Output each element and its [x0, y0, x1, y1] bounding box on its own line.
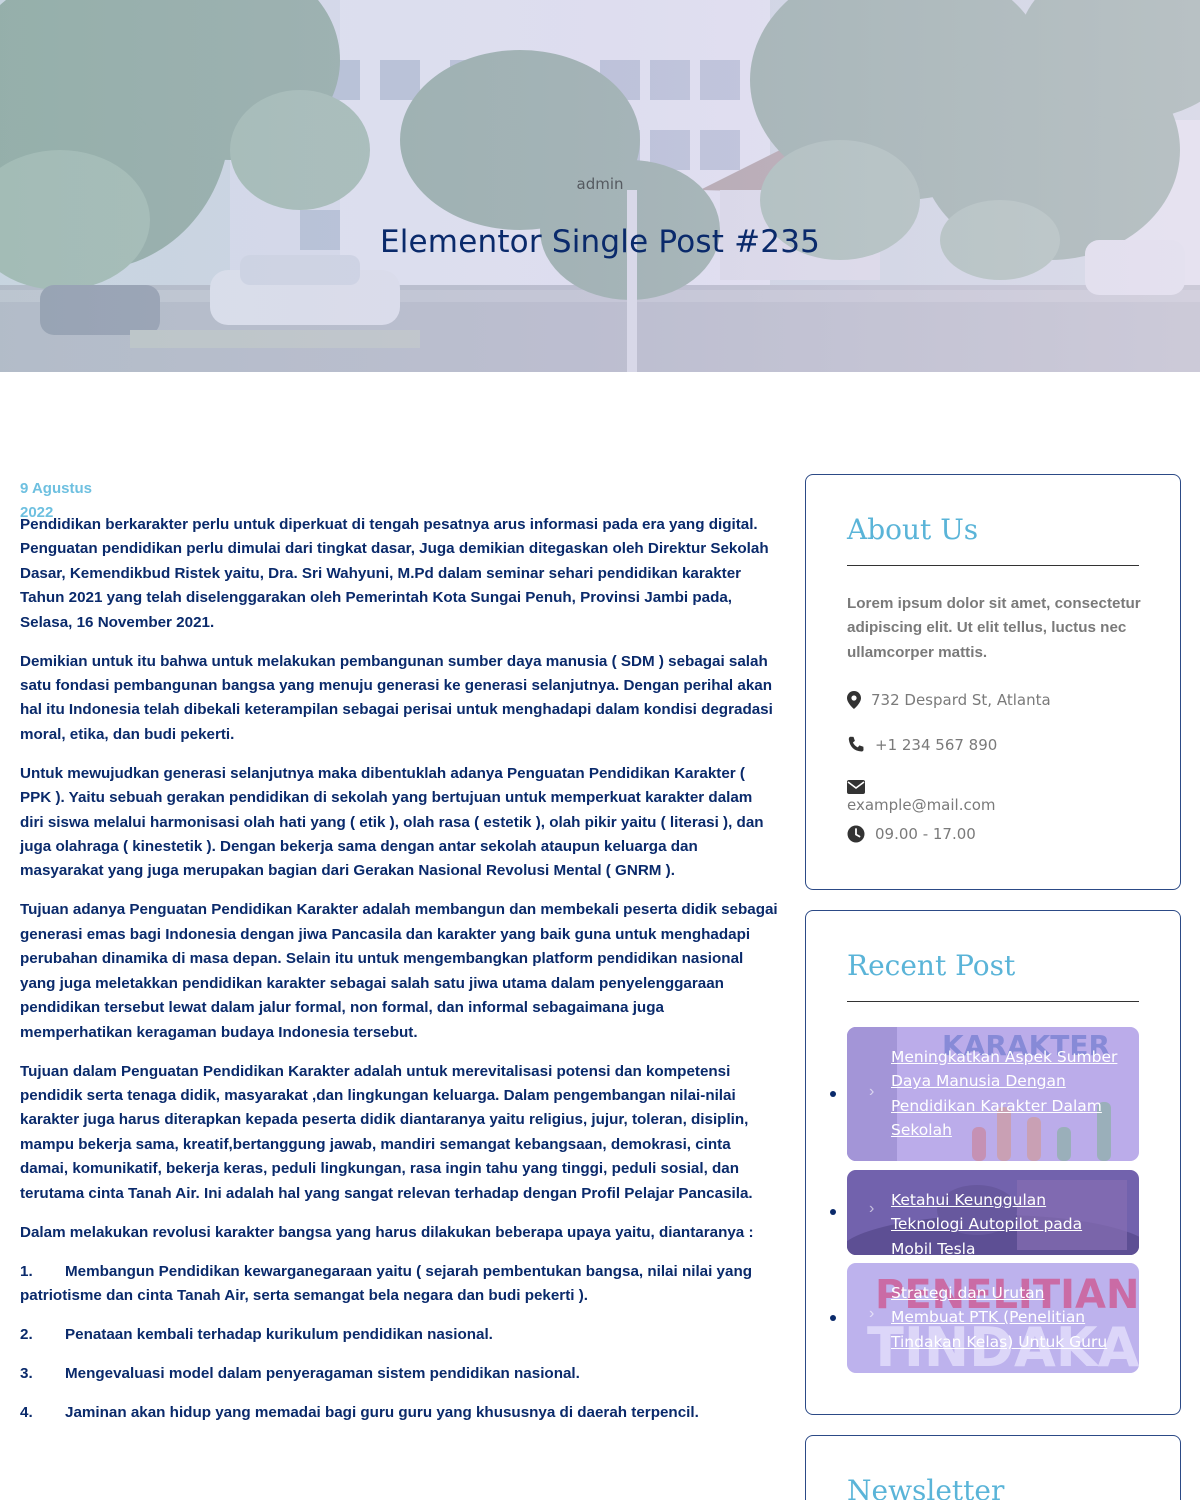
envelope-icon [847, 780, 865, 794]
list-item-text: Penataan kembali terhadap kurikulum pend… [65, 1325, 493, 1343]
recent-post-card[interactable]: PENELITIAN TINDAKAN › Strategi dan Uruta… [847, 1263, 1139, 1373]
about-text: Lorem ipsum dolor sit amet, consectetur … [847, 595, 1141, 661]
chevron-right-icon: › [869, 1305, 875, 1322]
recent-post-link[interactable]: Meningkatkan Aspek Sumber Daya Manusia D… [891, 1045, 1121, 1143]
list-item-text: Membangun Pendidikan kewarganegaraan yai… [20, 1262, 752, 1304]
email-row: example@mail.com [847, 780, 996, 814]
post-paragraph: Tujuan adanya Penguatan Pendidikan Karak… [20, 901, 778, 1041]
recent-post-widget: Recent Post KARAKTER › Meningkatkan Aspe… [805, 910, 1181, 1415]
list-bullet [830, 1315, 836, 1321]
recent-post-card[interactable]: › Ketahui Keunggulan Teknologi Autopilot… [847, 1170, 1139, 1255]
list-item: 1. Membangun Pendidikan kewarganegaraan y… [20, 1260, 780, 1309]
post-paragraph: Pendidikan berkarakter perlu untuk diper… [20, 516, 769, 631]
post-content: Pendidikan berkarakter perlu untuk diper… [20, 513, 780, 1440]
email-text[interactable]: example@mail.com [847, 796, 996, 814]
newsletter-title: Newsletter [847, 1474, 1005, 1500]
address-text: 732 Despard St, Atlanta [871, 691, 1051, 709]
list-bullet [830, 1091, 836, 1097]
post-paragraph: Dalam melakukan revolusi karakter bangsa… [20, 1223, 754, 1241]
recent-post-title: Recent Post [847, 949, 1016, 982]
hours-row: 09.00 - 17.00 [847, 825, 976, 843]
phone-text[interactable]: +1 234 567 890 [875, 736, 997, 754]
post-author[interactable]: admin [0, 175, 1200, 193]
recent-post-link[interactable]: Strategi dan Urutan Membuat PTK (Penelit… [891, 1281, 1121, 1354]
post-paragraph: Demikian untuk itu bahwa untuk melakukan… [20, 652, 773, 743]
chevron-right-icon: › [869, 1200, 875, 1217]
about-divider [847, 565, 1139, 566]
list-item-number: 3. [20, 1364, 33, 1382]
list-item-number: 1. [20, 1262, 33, 1280]
map-pin-icon [847, 691, 861, 709]
phone-row: +1 234 567 890 [847, 736, 997, 754]
list-item-text: Mengevaluasi model dalam penyeragaman si… [65, 1364, 580, 1382]
page-title: Elementor Single Post #235 [379, 224, 821, 260]
recent-post-card[interactable]: KARAKTER › Meningkatkan Aspek Sumber Day… [847, 1027, 1139, 1161]
recent-post-link[interactable]: Ketahui Keunggulan Teknologi Autopilot p… [891, 1188, 1121, 1255]
hero-banner: admin Elementor Single Post #235 [0, 0, 1200, 372]
about-widget: About Us Lorem ipsum dolor sit amet, con… [805, 474, 1181, 890]
clock-icon [847, 825, 865, 843]
newsletter-widget: Newsletter [805, 1435, 1181, 1500]
chevron-right-icon: › [869, 1083, 875, 1100]
address-row: 732 Despard St, Atlanta [847, 691, 1051, 709]
list-item: 2. Penataan kembali terhadap kurikulum pe… [20, 1323, 780, 1347]
list-item-number: 4. [20, 1403, 33, 1421]
post-paragraph: Tujuan dalam Penguatan Pendidikan Karakt… [20, 1062, 753, 1202]
phone-icon [848, 736, 864, 752]
list-bullet [830, 1209, 836, 1215]
list-item-text: Jaminan akan hidup yang memadai bagi gur… [65, 1403, 699, 1421]
recent-post-divider [847, 1001, 1139, 1002]
list-item-number: 2. [20, 1325, 33, 1343]
post-paragraph: Untuk mewujudkan generasi selanjutnya ma… [20, 764, 764, 880]
about-title: About Us [847, 513, 979, 546]
post-date-day-month: 9 Agustus [20, 480, 92, 497]
list-item: 3. Mengevaluasi model dalam penyeragaman … [20, 1362, 780, 1386]
hours-text: 09.00 - 17.00 [875, 825, 976, 843]
list-item: 4. Jaminan akan hidup yang memadai bagi g… [20, 1401, 780, 1425]
